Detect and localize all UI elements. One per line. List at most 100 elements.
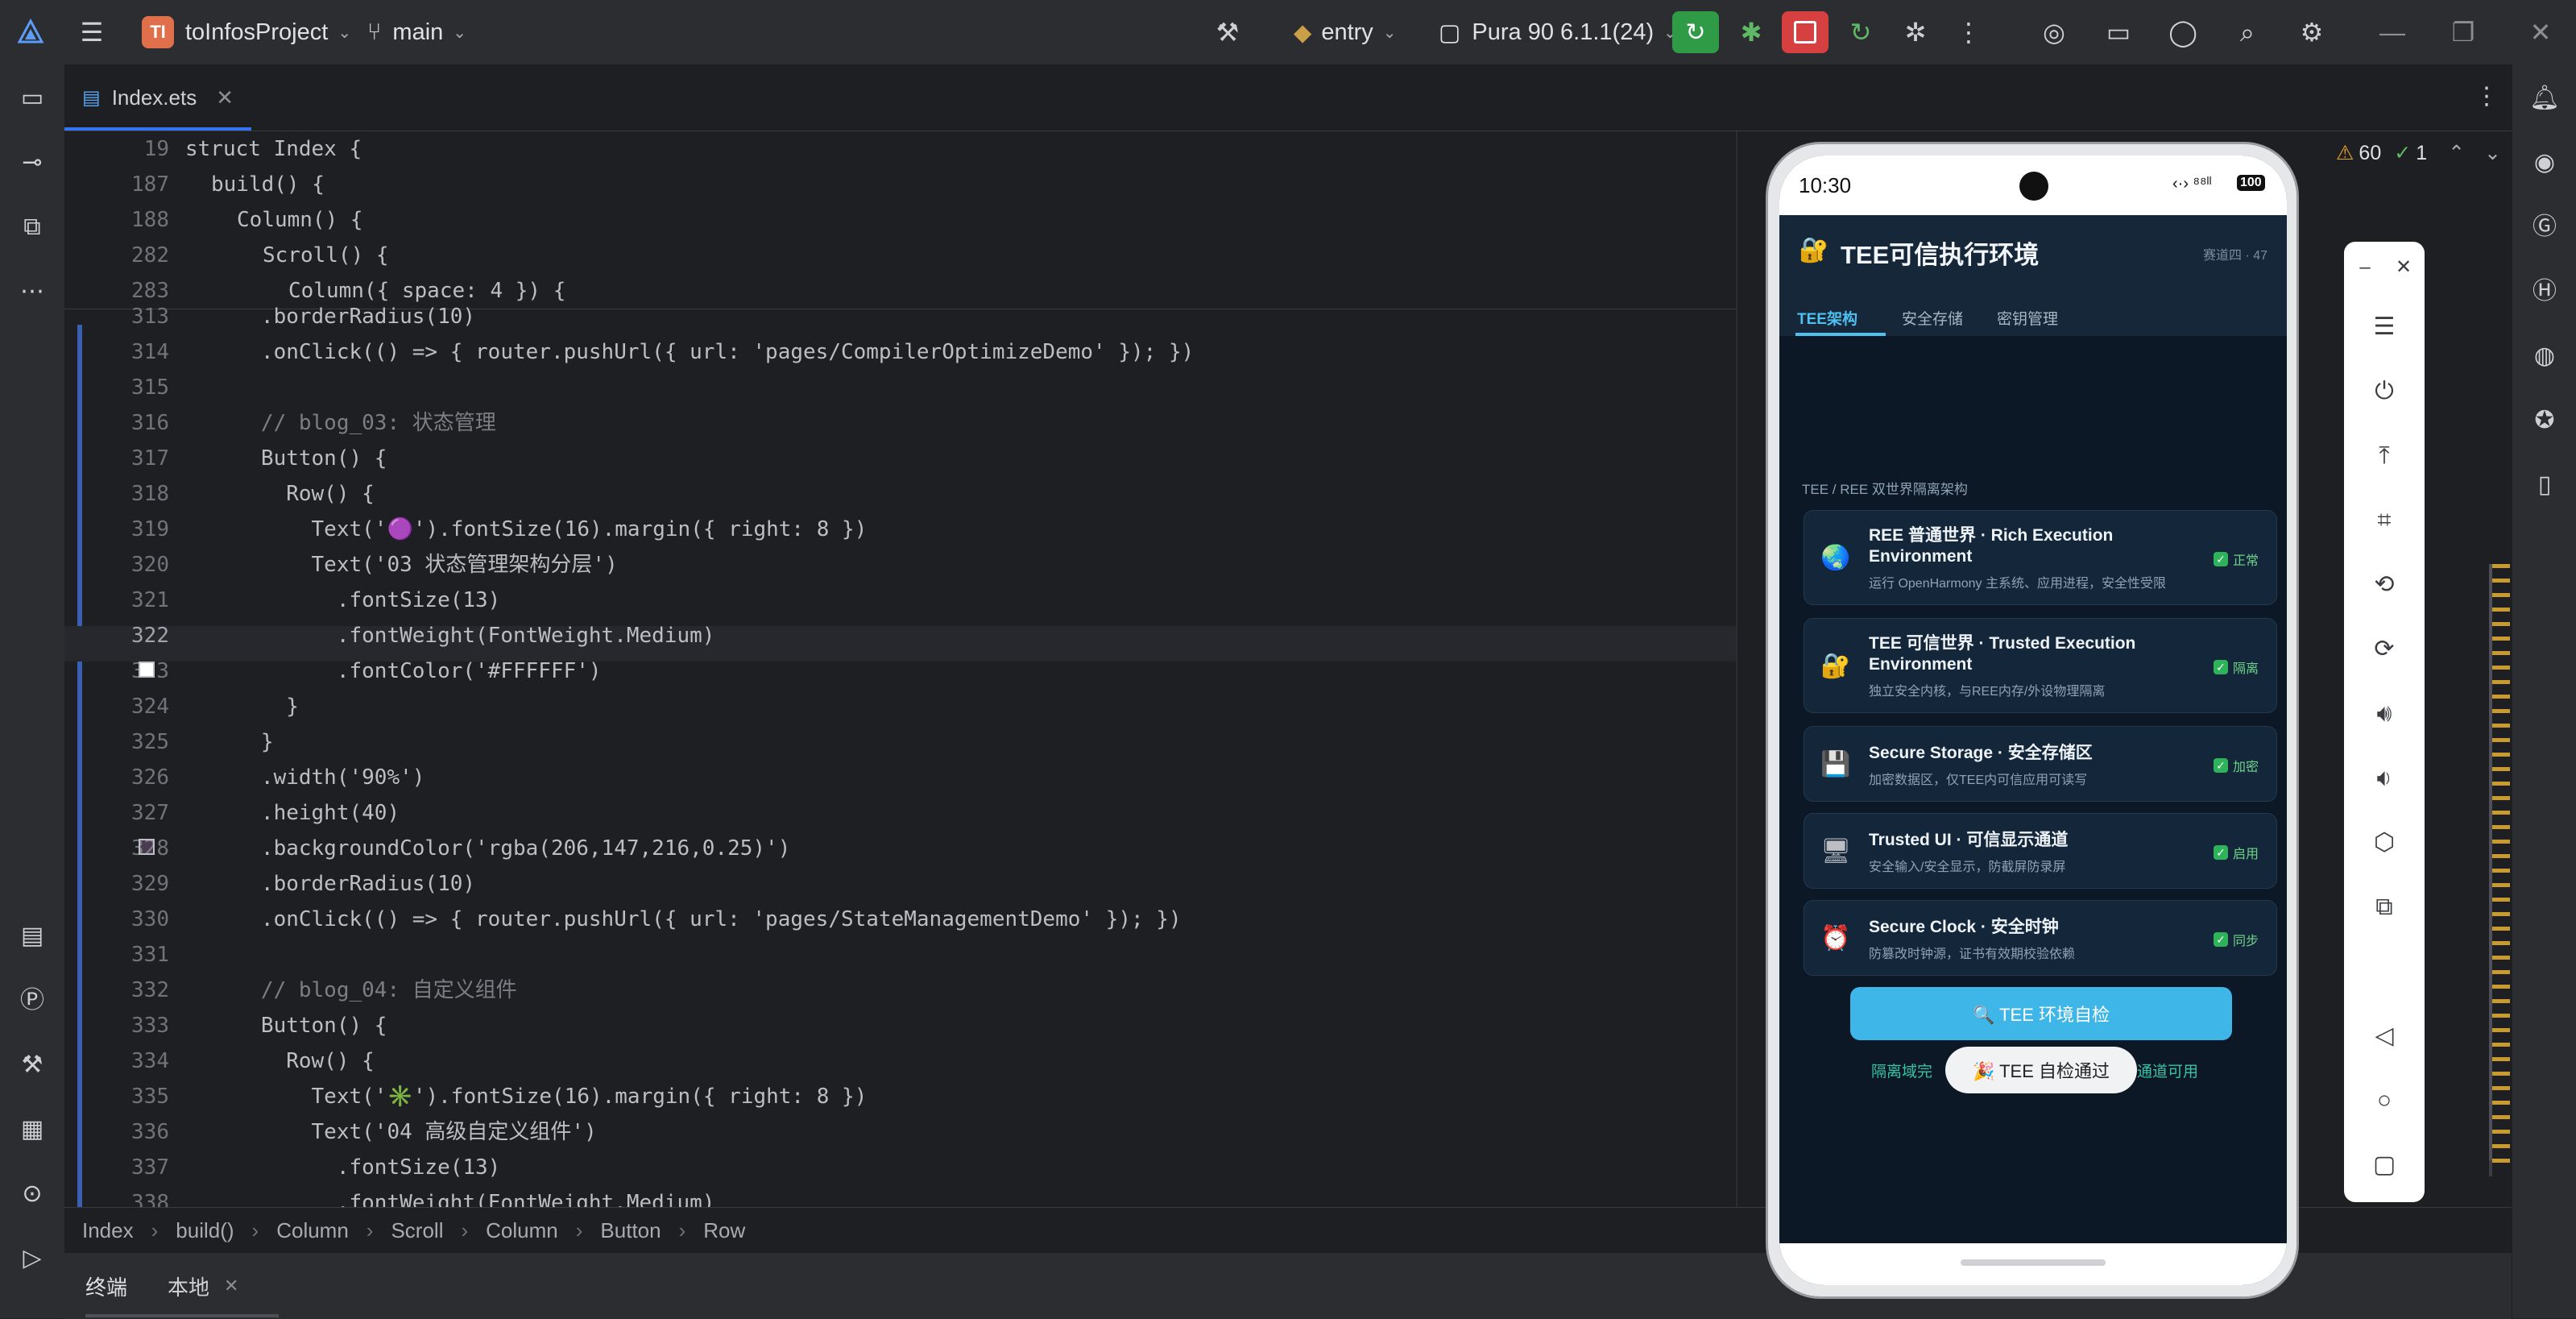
database-icon[interactable]: ◍ — [2528, 340, 2561, 372]
run-config-selector[interactable]: ◆ entry ⌄ — [1294, 0, 1397, 64]
tee-component-card[interactable]: 🌏 REE 普通世界 · Rich Execution Environment 运行… — [1804, 510, 2277, 605]
project-view-icon[interactable]: ▭ — [16, 82, 48, 114]
close-icon[interactable]: ✕ — [2526, 18, 2555, 47]
code-line[interactable]: 323 .fontColor('#FFFFFF') — [64, 653, 1756, 689]
tee-component-card[interactable]: 💾 Secure Storage · 安全存储区 加密数据区，仅TEE内可信应用可读… — [1804, 726, 2277, 802]
code-line[interactable]: 317 Button() { — [64, 441, 1756, 476]
warning-marker[interactable] — [2492, 564, 2510, 568]
warning-marker[interactable] — [2492, 825, 2510, 829]
code-line[interactable]: 327 .height(40) — [64, 795, 1756, 831]
inspection-widget[interactable]: ⚠ 60 ✓ 1 ⌃ ⌄ — [2336, 135, 2501, 171]
code-line[interactable]: 313 .borderRadius(10) — [64, 299, 1756, 334]
code-line[interactable]: 322 .fontWeight(FontWeight.Medium) — [64, 618, 1756, 653]
warning-marker[interactable] — [2492, 666, 2510, 670]
recents-icon[interactable]: ▢ — [2368, 1149, 2400, 1181]
warning-marker[interactable] — [2492, 1014, 2510, 1018]
code-line[interactable]: 330 .onClick(() => { router.pushUrl({ ur… — [64, 902, 1756, 937]
multi-device-icon[interactable]: ⧉ — [2368, 891, 2400, 923]
warning-marker[interactable] — [2492, 912, 2510, 916]
run-tool-icon[interactable]: ▷ — [16, 1242, 48, 1275]
code-line[interactable]: 336 Text('04 高级自定义组件') — [64, 1114, 1756, 1150]
code-line[interactable]: 320 Text('03 状态管理架构分层') — [64, 547, 1756, 583]
code-line[interactable]: 334 Row() { — [64, 1043, 1756, 1079]
device-manager-icon[interactable]: ▯ — [2528, 469, 2561, 501]
rerun-button[interactable]: ↻ — [1672, 11, 1719, 53]
close-icon[interactable]: ✕ — [224, 1275, 238, 1296]
app-tab-secure-storage[interactable]: 安全存储 — [1902, 299, 1963, 336]
warning-marker[interactable] — [2492, 738, 2510, 742]
upload-icon[interactable]: ⤒ — [2368, 440, 2400, 472]
notifications-icon[interactable]: 🔔︎ — [2528, 82, 2561, 114]
next-highlight-icon[interactable]: ⌄ — [2484, 141, 2501, 165]
sticky-code-line[interactable]: 19 struct Index { — [64, 131, 1756, 167]
warning-marker[interactable] — [2492, 753, 2510, 757]
app-tab-tee-architecture[interactable]: TEE架构 — [1797, 299, 1857, 336]
color-swatch-white[interactable] — [139, 662, 155, 678]
warning-marker[interactable] — [2492, 1043, 2510, 1047]
debug-icon[interactable]: ✱ — [1737, 18, 1766, 47]
todo-icon[interactable]: ▦ — [16, 1114, 48, 1146]
warning-marker[interactable] — [2492, 608, 2510, 612]
warning-marker[interactable] — [2492, 840, 2510, 844]
color-swatch-purple[interactable] — [139, 839, 155, 855]
services-icon[interactable]: ⊙ — [16, 1178, 48, 1210]
warning-marker[interactable] — [2492, 782, 2510, 786]
build-hammer-icon[interactable]: ⚒ — [1213, 18, 1242, 47]
warning-marker[interactable] — [2492, 898, 2510, 902]
sticky-code-line[interactable]: 282 Scroll() { — [64, 238, 1756, 273]
code-line[interactable]: 329 .borderRadius(10) — [64, 866, 1756, 902]
more-vertical-icon[interactable]: ⋮ — [2475, 82, 2499, 110]
warning-marker[interactable] — [2492, 1057, 2510, 1061]
warning-marker[interactable] — [2492, 1159, 2510, 1163]
breadcrumb-item[interactable]: Button — [582, 1218, 678, 1243]
more-horizontal-icon[interactable]: ⋯ — [16, 276, 48, 308]
warning-marker[interactable] — [2492, 1028, 2510, 1032]
tab-close-icon[interactable]: ✕ — [216, 85, 234, 110]
rotate-right-icon[interactable]: ⟳ — [2368, 633, 2400, 666]
copilot-icon[interactable]: ✪ — [2528, 404, 2561, 437]
home-icon[interactable]: ○ — [2368, 1085, 2400, 1117]
warning-marker[interactable] — [2492, 1086, 2510, 1090]
commit-icon[interactable]: ⊸ — [16, 147, 48, 179]
tee-self-check-button[interactable]: 🔍 TEE 环境自检 — [1850, 987, 2232, 1040]
code-line[interactable]: 321 .fontSize(13) — [64, 583, 1756, 618]
account-icon[interactable]: ◯ — [2168, 18, 2197, 47]
code-line[interactable]: 326 .width('90%') — [64, 760, 1756, 795]
warning-marker[interactable] — [2492, 709, 2510, 713]
warning-marker[interactable] — [2492, 811, 2510, 815]
code-line[interactable]: 319 Text('🟣').fontSize(16).margin({ righ… — [64, 512, 1756, 547]
code-line[interactable]: 333 Button() { — [64, 1008, 1756, 1043]
hvigor-icon[interactable]: Ⓗ — [2528, 276, 2561, 308]
warning-marker[interactable] — [2492, 985, 2510, 989]
warning-marker[interactable] — [2492, 883, 2510, 887]
minimize-icon[interactable]: – — [2349, 251, 2381, 284]
restore-icon[interactable]: ❐ — [2449, 18, 2478, 47]
branch-selector[interactable]: ⑂ main ⌄ — [367, 0, 466, 64]
warning-marker[interactable] — [2492, 854, 2510, 858]
project-folder-icon[interactable]: ▭ — [2104, 18, 2133, 47]
code-line[interactable]: 316 // blog_03: 状态管理 — [64, 405, 1756, 441]
attach-debugger-icon[interactable]: ✲ — [1901, 18, 1930, 47]
code-line[interactable]: 331 — [64, 937, 1756, 973]
layout-inspector-icon[interactable]: ▤ — [16, 920, 48, 952]
breadcrumb-item[interactable]: Column — [259, 1218, 367, 1243]
warning-marker[interactable] — [2492, 637, 2510, 641]
previous-highlight-icon[interactable]: ⌃ — [2448, 141, 2465, 165]
sticky-code-line[interactable]: 188 Column() { — [64, 202, 1756, 238]
structure-icon[interactable]: ⧉ — [16, 211, 48, 243]
menu-icon[interactable]: ☰ — [2368, 311, 2400, 343]
breadcrumb-item[interactable]: Scroll — [373, 1218, 461, 1243]
crop-icon[interactable]: ⌗ — [2368, 504, 2400, 537]
preview-eye-icon[interactable]: ◉ — [2528, 147, 2561, 179]
warning-marker[interactable] — [2492, 680, 2510, 684]
home-indicator[interactable] — [1961, 1259, 2106, 1266]
code-line[interactable]: 318 Row() { — [64, 476, 1756, 512]
code-line[interactable]: 324 } — [64, 689, 1756, 724]
build-icon[interactable]: ⚒ — [16, 1049, 48, 1081]
more-vertical-icon[interactable]: ⋮ — [1954, 18, 1983, 47]
back-icon[interactable]: ◁ — [2368, 1020, 2400, 1052]
warning-marker[interactable] — [2492, 796, 2510, 800]
close-icon[interactable]: ✕ — [2388, 251, 2420, 284]
rotate-left-icon[interactable]: ⟲ — [2368, 569, 2400, 601]
warning-marker[interactable] — [2492, 593, 2510, 597]
